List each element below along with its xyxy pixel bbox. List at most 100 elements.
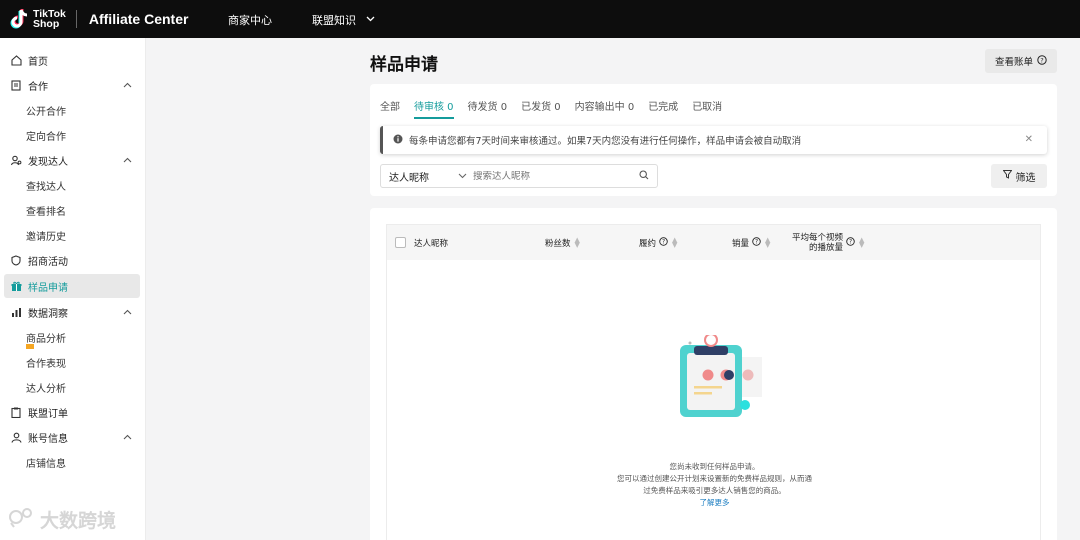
search-field-select[interactable]: 达人昵称 bbox=[381, 169, 473, 184]
column-label: 履约 bbox=[639, 239, 657, 249]
empty-state-line1: 您尚未收到任何样品申请。 bbox=[669, 462, 760, 471]
column-avg-views[interactable]: 平均每个视频 的播放量 ? ▲ ▼ bbox=[792, 233, 864, 253]
sidebar-item-label: 数据洞察 bbox=[28, 308, 68, 320]
help-circle-icon: ? bbox=[1037, 54, 1047, 68]
sidebar-item-view-ranking[interactable]: 查看排名 bbox=[4, 198, 140, 222]
view-bill-label: 查看账单 bbox=[994, 57, 1033, 68]
top-bar: TikTok Shop Affiliate Center 商家中心 联盟知识 bbox=[0, 0, 1080, 38]
view-bill-button[interactable]: 查看账单 ? bbox=[985, 49, 1057, 73]
tab-all[interactable]: 全部 bbox=[380, 98, 400, 119]
filter-button-label: 筛选 bbox=[1015, 172, 1036, 184]
column-fulfillment[interactable]: 履约 ? ▲ ▼ bbox=[639, 236, 678, 250]
filter-button[interactable]: 筛选 bbox=[991, 164, 1047, 188]
column-label-line2: 的播放量 bbox=[809, 243, 844, 253]
table-header: 达人昵称 粉丝数 ▲ ▼ 履约 ? ▲ ▼ 销量 ? ▲ ▼ 平均每个视频 的播放量 bbox=[387, 225, 1040, 260]
empty-state-line3: 过免费样品来吸引更多达人销售您的商品。 bbox=[643, 486, 786, 495]
shield-icon bbox=[10, 254, 22, 266]
column-label-line1: 平均每个视频 bbox=[792, 233, 844, 243]
sidebar-item-public-cooperation[interactable]: 公开合作 bbox=[4, 98, 140, 122]
tiktok-shop-logo[interactable]: TikTok Shop bbox=[10, 8, 66, 30]
column-label: 销量 bbox=[732, 239, 750, 249]
tab-shipped[interactable]: 已发货 0 bbox=[521, 98, 561, 119]
clipboard-icon bbox=[10, 406, 22, 418]
chevron-up-icon bbox=[123, 155, 132, 166]
svg-text:?: ? bbox=[662, 240, 665, 246]
tab-pending-shipment[interactable]: 待发货 0 bbox=[468, 98, 508, 119]
sort-icon: ▲ ▼ bbox=[765, 236, 771, 249]
sidebar-item-find-creators[interactable]: 查找达人 bbox=[4, 173, 140, 197]
chevron-up-icon bbox=[123, 432, 132, 443]
nav-affiliate-knowledge[interactable]: 联盟知识 bbox=[312, 12, 375, 28]
sidebar-item-campaigns[interactable]: 招商活动 bbox=[4, 248, 140, 272]
chevron-up-icon bbox=[123, 307, 132, 318]
sidebar-item-cooperation-performance[interactable]: 合作表现 bbox=[4, 350, 140, 374]
learn-more-link[interactable]: 了解更多 bbox=[387, 497, 1042, 508]
nav-affiliate-knowledge-label: 联盟知识 bbox=[312, 14, 356, 27]
sidebar-item-data-insights[interactable]: 数据洞察 bbox=[4, 300, 140, 324]
sidebar-item-account-info[interactable]: 账号信息 bbox=[4, 425, 140, 449]
sample-requests-table: 达人昵称 粉丝数 ▲ ▼ 履约 ? ▲ ▼ 销量 ? ▲ ▼ 平均每个视频 的播放量 bbox=[386, 224, 1041, 540]
tab-completed[interactable]: 已完成 bbox=[648, 98, 678, 119]
chevron-down-icon bbox=[458, 171, 467, 182]
chevron-down-icon bbox=[366, 12, 375, 25]
page-title: 样品申请 bbox=[370, 55, 438, 75]
filter-icon bbox=[1002, 170, 1012, 182]
filter-card: 全部 待审核 0 待发货 0 已发货 0 内容输出中 0 已完成 已取消 每条申… bbox=[370, 84, 1057, 196]
sidebar-item-label: 合作 bbox=[28, 81, 48, 93]
column-label: 粉丝数 bbox=[545, 239, 571, 249]
logo-text: TikTok Shop bbox=[33, 8, 66, 30]
search-input[interactable] bbox=[473, 170, 639, 182]
sidebar-item-home[interactable]: 首页 bbox=[4, 48, 140, 72]
sidebar-item-creator-analysis[interactable]: 达人分析 bbox=[4, 375, 140, 399]
sidebar-item-label: 首页 bbox=[28, 56, 48, 68]
column-creator-nickname: 达人昵称 bbox=[414, 237, 448, 249]
column-followers[interactable]: 粉丝数 ▲ ▼ bbox=[545, 236, 580, 250]
tab-pending-review[interactable]: 待审核 0 bbox=[414, 98, 454, 119]
sidebar-item-cooperation[interactable]: 合作 bbox=[4, 73, 140, 97]
tab-content-in-progress[interactable]: 内容输出中 0 bbox=[575, 98, 635, 119]
column-sales[interactable]: 销量 ? ▲ ▼ bbox=[732, 236, 771, 250]
sidebar-item-label: 样品申请 bbox=[28, 282, 68, 294]
help-circle-icon: ? bbox=[752, 237, 761, 249]
tab-cancelled[interactable]: 已取消 bbox=[692, 98, 722, 119]
chevron-up-icon bbox=[123, 80, 132, 91]
header-divider bbox=[75, 10, 77, 28]
sidebar-item-targeted-cooperation[interactable]: 定向合作 bbox=[4, 123, 140, 147]
sidebar-item-product-analysis[interactable]: 商品分析 bbox=[4, 325, 140, 349]
search-icon[interactable] bbox=[639, 169, 649, 183]
svg-text:?: ? bbox=[755, 240, 758, 246]
app-title: Affiliate Center bbox=[88, 11, 189, 27]
watermark-text: 大数跨境 bbox=[40, 510, 117, 532]
status-tabs: 全部 待审核 0 待发货 0 已发货 0 内容输出中 0 已完成 已取消 bbox=[380, 98, 736, 119]
info-icon bbox=[393, 134, 403, 147]
help-circle-icon: ? bbox=[846, 237, 855, 249]
sort-icon: ▲ ▼ bbox=[859, 236, 865, 249]
sort-icon: ▲ ▼ bbox=[672, 236, 678, 249]
user-search-icon bbox=[10, 154, 22, 166]
notice-text: 每条申请您都有7天时间来审核通过。如果7天内您没有进行任何操作，样品申请会被自动… bbox=[409, 136, 802, 147]
gift-icon bbox=[10, 280, 22, 292]
sort-icon: ▲ ▼ bbox=[574, 236, 580, 249]
column-label: 达人昵称 bbox=[414, 239, 449, 249]
nav-merchant-center[interactable]: 商家中心 bbox=[228, 12, 272, 28]
sidebar-item-label: 联盟订单 bbox=[28, 408, 68, 420]
sidebar-item-sample-requests[interactable]: 样品申请 bbox=[4, 274, 140, 298]
column-label: 平均每个视频 的播放量 bbox=[792, 233, 843, 253]
sidebar-item-affiliate-orders[interactable]: 联盟订单 bbox=[4, 400, 140, 424]
sidebar-item-discover-creators[interactable]: 发现达人 bbox=[4, 148, 140, 172]
help-circle-icon: ? bbox=[659, 237, 668, 249]
select-all-checkbox[interactable] bbox=[395, 237, 406, 248]
svg-text:?: ? bbox=[1040, 56, 1043, 64]
new-badge-icon bbox=[26, 344, 34, 349]
close-icon[interactable]: ✕ bbox=[1025, 134, 1033, 145]
sidebar-item-shop-info[interactable]: 店铺信息 bbox=[4, 450, 140, 474]
empty-state-line2: 您可以通过创建公开计划来设置新的免费样品规则，从而通 bbox=[617, 474, 812, 483]
tiktok-logo-icon bbox=[10, 8, 30, 30]
notice-banner: 每条申请您都有7天时间来审核通过。如果7天内您没有进行任何操作，样品申请会被自动… bbox=[380, 126, 1047, 154]
bar-chart-icon bbox=[10, 306, 22, 318]
document-icon bbox=[10, 79, 22, 91]
sidebar-item-invite-history[interactable]: 邀请历史 bbox=[4, 223, 140, 247]
watermark: 大数跨境 bbox=[8, 506, 116, 533]
search-field-select-value: 达人昵称 bbox=[389, 172, 429, 184]
search-filter: 达人昵称 bbox=[380, 164, 658, 188]
